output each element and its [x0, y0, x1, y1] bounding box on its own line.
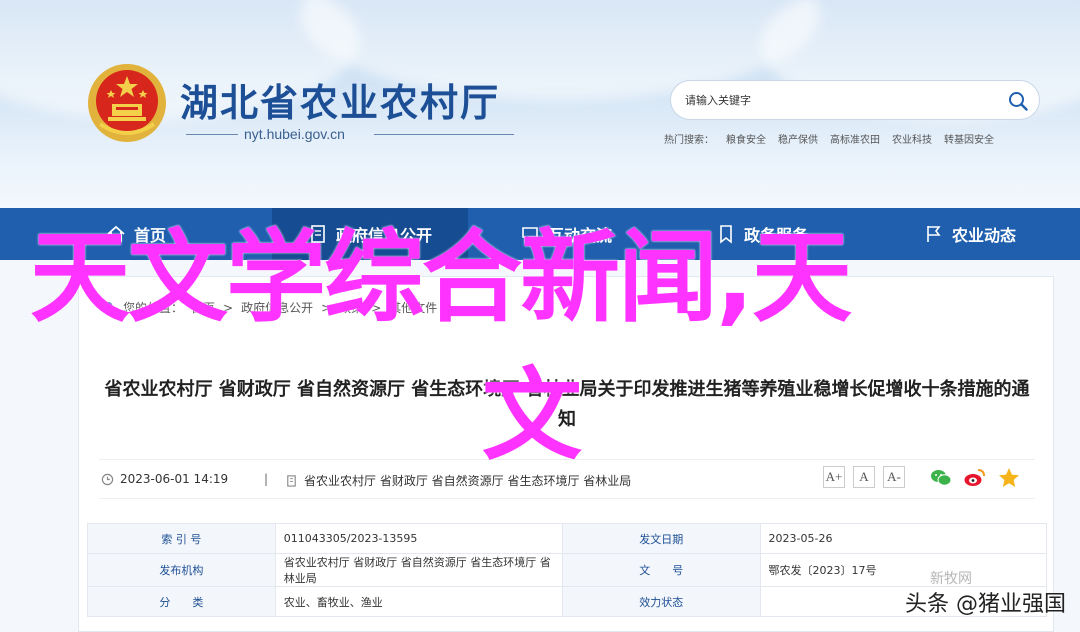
breadcrumb-item[interactable]: 政府信息公开 — [241, 299, 313, 316]
hot-search-item[interactable]: 稳产保供 — [778, 131, 818, 146]
info-label: 索 引 号 — [87, 523, 276, 554]
info-value — [759, 586, 1048, 617]
chevron-right-icon: > — [223, 300, 234, 315]
info-value: 2023-05-26 — [759, 523, 1048, 554]
nav-item-news[interactable]: 农业动态 — [860, 208, 1080, 260]
chevron-right-icon: > — [321, 300, 332, 315]
hot-search-item[interactable]: 农业科技 — [892, 131, 932, 146]
nav-item-interaction[interactable]: 互动交流 — [468, 208, 664, 260]
hot-search-bar: 热门搜索： 粮食安全 稳产保供 高标准农田 农业科技 转基因安全 — [664, 131, 994, 146]
nav-item-home[interactable]: 首页 — [0, 208, 272, 260]
publish-date-text: 2023-06-01 14:19 — [120, 472, 229, 486]
hot-search-label: 热门搜索： — [664, 135, 714, 146]
article-meta: 2023-06-01 14:19 | 省农业农村厅 省财政厅 省自然资源厅 省生… — [99, 459, 1035, 499]
info-value: 农业、畜牧业、渔业 — [274, 586, 563, 617]
site-title: 湖北省农业农村厅 — [180, 80, 501, 125]
breadcrumb-item[interactable]: 首页 — [191, 299, 215, 316]
table-row: 索 引 号 011043305/2023-13595 发文日期 2023-05-… — [87, 523, 1048, 554]
breadcrumb-label: 您的位置： — [123, 301, 184, 315]
info-value: 省农业农村厅 省财政厅 省自然资源厅 省生态环境厅 省林业局 — [274, 553, 563, 587]
clock-icon — [101, 473, 114, 485]
publishing-orgs: 省农业农村厅 省财政厅 省自然资源厅 省生态环境厅 省林业局 — [285, 472, 631, 489]
info-label: 发布机构 — [87, 553, 276, 587]
nav-item-service[interactable]: 政务服务 — [664, 208, 860, 260]
breadcrumb-item[interactable]: 政策 — [339, 299, 363, 316]
bookmark-icon — [720, 225, 732, 244]
table-row: 发布机构 省农业农村厅 省财政厅 省自然资源厅 省生态环境厅 省林业局 文 号 … — [87, 553, 1048, 587]
nav-item-label: 政府信息公开 — [335, 226, 432, 245]
info-value: 011043305/2023-13595 — [274, 523, 563, 554]
font-default-button[interactable]: A — [853, 466, 875, 488]
chevron-right-icon: > — [371, 300, 382, 315]
building-icon — [287, 475, 296, 487]
flag-icon — [927, 226, 941, 242]
favorite-star-icon[interactable] — [997, 466, 1021, 490]
search-icon[interactable] — [1007, 90, 1029, 112]
weibo-icon[interactable] — [963, 466, 987, 490]
document-info-table: 索 引 号 011043305/2023-13595 发文日期 2023-05-… — [87, 523, 1048, 617]
info-label: 发文日期 — [561, 523, 761, 554]
document-icon — [311, 225, 325, 243]
nav-item-label: 互动交流 — [547, 226, 612, 245]
nav-item-label: 农业动态 — [951, 226, 1016, 245]
publishing-orgs-text: 省农业农村厅 省财政厅 省自然资源厅 省生态环境厅 省林业局 — [304, 474, 632, 488]
info-label: 文 号 — [561, 553, 761, 587]
font-decrease-button[interactable]: A- — [883, 466, 905, 488]
publish-date: 2023-06-01 14:19 — [101, 472, 228, 486]
chat-icon — [522, 227, 538, 243]
site-header: 湖北省农业农村厅 nyt.hubei.gov.cn 热门搜索： 粮食安全 稳产保… — [0, 0, 1080, 208]
location-icon — [103, 301, 113, 314]
article-card: 您的位置： 首页 > 政府信息公开 > 政策 > 其他文件 省农业农村厅 省财政… — [78, 276, 1054, 632]
search-input[interactable] — [685, 91, 995, 111]
hot-search-item[interactable]: 粮食安全 — [726, 131, 766, 146]
site-domain: nyt.hubei.gov.cn — [244, 126, 345, 142]
domain-divider — [186, 134, 238, 135]
article-title: 省农业农村厅 省财政厅 省自然资源厅 省生态环境厅 省林业局关于印发推进生猪等养… — [104, 379, 1030, 430]
main-nav: 首页 政府信息公开 互动交流 政务服务 农业动态 — [0, 208, 1080, 260]
info-value: 鄂农发〔2023〕17号 — [759, 553, 1048, 587]
hot-search-item[interactable]: 高标准农田 — [830, 131, 880, 146]
info-label: 效力状态 — [561, 586, 761, 617]
hot-search-item[interactable]: 转基因安全 — [944, 131, 994, 146]
national-emblem-icon — [88, 64, 166, 142]
wechat-icon[interactable] — [929, 466, 953, 490]
home-icon — [107, 225, 125, 242]
table-row: 分 类 农业、畜牧业、渔业 效力状态 — [87, 586, 1048, 617]
breadcrumb: 您的位置： 首页 > 政府信息公开 > 政策 > 其他文件 — [101, 299, 437, 316]
breadcrumb-item[interactable]: 其他文件 — [389, 299, 437, 316]
nav-item-gov-info[interactable]: 政府信息公开 — [272, 208, 468, 260]
nav-item-label: 首页 — [133, 226, 166, 245]
info-label: 分 类 — [87, 586, 276, 617]
nav-item-label: 政务服务 — [743, 226, 808, 245]
domain-divider — [374, 134, 514, 135]
meta-separator: | — [264, 472, 269, 486]
font-increase-button[interactable]: A+ — [823, 466, 845, 488]
search-box — [670, 80, 1040, 120]
